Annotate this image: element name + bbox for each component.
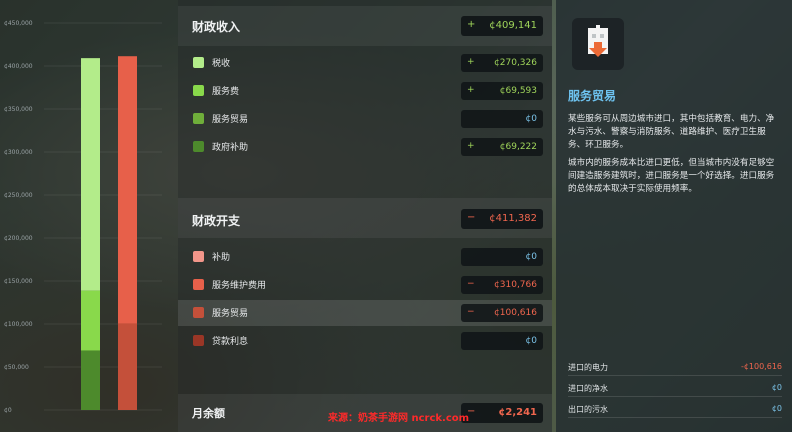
chart-y-tick: ¢450,000 xyxy=(4,20,33,27)
income-row-value-box: + ¢270,326 xyxy=(461,54,543,72)
income-row-subsidy[interactable]: 政府补助 + ¢69,222 xyxy=(178,134,552,160)
stat-value: -¢100,616 xyxy=(740,362,782,371)
expense-row-service-upkeep[interactable]: 服务维护费用 − ¢310,766 xyxy=(178,272,552,298)
expense-total-sign: − xyxy=(467,212,476,223)
income-row-value: ¢69,593 xyxy=(499,86,537,96)
expense-bar-segment xyxy=(118,323,137,410)
income-section-header[interactable]: 财政收入 + ¢409,141 xyxy=(178,6,552,46)
expense-title: 财政开支 xyxy=(192,214,241,228)
expense-row-value: ¢100,616 xyxy=(494,308,537,318)
stat-row-imported-water: 进口的净水 ¢0 xyxy=(568,381,782,397)
income-row-label: 政府补助 xyxy=(212,143,249,153)
stat-value: ¢0 xyxy=(771,383,782,392)
income-row-sign: + xyxy=(467,85,475,95)
income-total-box: + ¢409,141 xyxy=(461,16,543,36)
expense-row-service-trade[interactable]: 服务贸易 − ¢100,616 xyxy=(178,300,552,326)
chart-y-tick: ¢300,000 xyxy=(4,149,33,156)
stat-row-imported-electricity: 进口的电力 -¢100,616 xyxy=(568,360,782,376)
expense-row-value-box: − ¢100,616 xyxy=(461,304,543,322)
stat-label: 进口的电力 xyxy=(568,363,608,372)
detail-description-2: 城市内的服务成本比进口更低，但当城市内没有足够空间建造服务建筑时，进口服务是一个… xyxy=(568,158,775,194)
expense-subsidies-swatch xyxy=(193,251,204,262)
income-row-value: ¢0 xyxy=(525,114,537,124)
expense-row-label: 补助 xyxy=(212,253,231,263)
income-row-value: ¢69,222 xyxy=(499,142,537,152)
expense-row-value: ¢0 xyxy=(525,336,537,346)
income-row-value-box: ¢0 xyxy=(461,110,543,128)
income-trade-swatch xyxy=(193,113,204,124)
income-subsidy-swatch xyxy=(193,141,204,152)
income-bar-segment xyxy=(81,290,100,351)
income-row-service-trade[interactable]: 服务贸易 ¢0 xyxy=(178,106,552,132)
balance-value: ¢2,241 xyxy=(498,407,537,418)
detail-description-1: 某些服务可从周边城市进口，其中包括教育、电力、净水与污水、警察与消防服务、道路维… xyxy=(568,114,775,150)
expense-row-sign: − xyxy=(467,279,475,289)
stat-label: 进口的净水 xyxy=(568,384,608,393)
chart-y-tick: ¢200,000 xyxy=(4,235,33,242)
expense-row-value-box: ¢0 xyxy=(461,248,543,266)
expense-row-sign: − xyxy=(467,307,475,317)
income-row-value-box: + ¢69,593 xyxy=(461,82,543,100)
stat-row-exported-sewage: 出口的污水 ¢0 xyxy=(568,402,782,418)
expense-row-label: 服务维护费用 xyxy=(212,281,267,291)
budget-breakdown-panel: 财政收入 + ¢409,141 税收 + ¢270,326 服务费 + ¢69,… xyxy=(178,0,552,432)
income-row-label: 税收 xyxy=(212,59,231,69)
income-tax-swatch xyxy=(193,57,204,68)
expense-total-value: ¢411,382 xyxy=(489,213,537,224)
income-row-label: 服务贸易 xyxy=(212,115,249,125)
budget-chart-panel: ¢450,000 ¢400,000 ¢350,000 ¢300,000 ¢250,000… xyxy=(0,0,178,432)
chart-y-tick: ¢150,000 xyxy=(4,278,33,285)
stat-label: 出口的污水 xyxy=(568,405,608,414)
source-watermark: 来源：奶茶手游网 ncrck.com xyxy=(328,413,470,424)
income-row-value-box: + ¢69,222 xyxy=(461,138,543,156)
income-bar-segment xyxy=(81,58,100,291)
chart-y-tick: ¢400,000 xyxy=(4,63,33,70)
expense-row-value-box: ¢0 xyxy=(461,332,543,350)
expense-total-box: − ¢411,382 xyxy=(461,209,543,229)
expense-interest-swatch xyxy=(193,335,204,346)
expense-upkeep-swatch xyxy=(193,279,204,290)
chart-y-tick: ¢50,000 xyxy=(4,364,29,371)
expense-row-subsidies[interactable]: 补助 ¢0 xyxy=(178,244,552,270)
chart-y-tick: ¢0 xyxy=(4,407,12,414)
income-row-tax[interactable]: 税收 + ¢270,326 xyxy=(178,50,552,76)
income-total-value: ¢409,141 xyxy=(489,20,537,31)
income-row-sign: + xyxy=(467,57,475,67)
expense-trade-swatch xyxy=(193,307,204,318)
income-bar-segment xyxy=(81,350,100,410)
balance-box: − ¢2,241 xyxy=(461,403,543,423)
income-row-label: 服务费 xyxy=(212,87,240,97)
detail-title: 服务贸易 xyxy=(568,89,617,103)
service-trade-icon xyxy=(572,18,624,70)
balance-label: 月余额 xyxy=(192,407,225,420)
chart-y-tick: ¢250,000 xyxy=(4,192,33,199)
income-row-service-fees[interactable]: 服务费 + ¢69,593 xyxy=(178,78,552,104)
expense-row-value-box: − ¢310,766 xyxy=(461,276,543,294)
expense-row-label: 贷款利息 xyxy=(212,337,249,347)
expense-bar-segment xyxy=(118,56,137,324)
stat-value: ¢0 xyxy=(771,404,782,413)
expense-row-value: ¢310,766 xyxy=(494,280,537,290)
income-total-sign: + xyxy=(467,19,476,30)
income-row-sign: + xyxy=(467,141,475,151)
expense-row-label: 服务贸易 xyxy=(212,309,249,319)
income-title: 财政收入 xyxy=(192,20,241,34)
detail-panel: 服务贸易 某些服务可从周边城市进口，其中包括教育、电力、净水与污水、警察与消防服… xyxy=(556,0,792,432)
expense-row-loan-interest[interactable]: 贷款利息 ¢0 xyxy=(178,328,552,354)
income-fees-swatch xyxy=(193,85,204,96)
income-row-value: ¢270,326 xyxy=(494,58,537,68)
chart-y-tick: ¢100,000 xyxy=(4,321,33,328)
chart-y-tick: ¢350,000 xyxy=(4,106,33,113)
expense-row-value: ¢0 xyxy=(525,252,537,262)
expense-section-header[interactable]: 财政开支 − ¢411,382 xyxy=(178,198,552,238)
budget-bar-chart: ¢450,000 ¢400,000 ¢350,000 ¢300,000 ¢250,000… xyxy=(4,20,162,414)
